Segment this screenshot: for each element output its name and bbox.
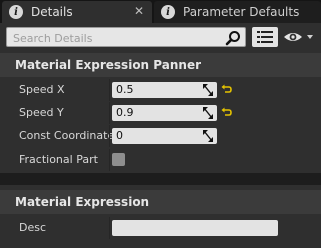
speed-y-value: 0.9 [116, 106, 134, 119]
category-title: Material Expression [15, 195, 150, 209]
info-icon: i [9, 5, 23, 19]
reset-to-default-icon[interactable] [221, 83, 233, 95]
property-label: Speed Y [19, 106, 64, 119]
speed-x-input[interactable]: 0.5 [112, 82, 217, 98]
spin-drag-icon[interactable] [203, 107, 213, 119]
spin-drag-icon[interactable] [203, 84, 213, 96]
column-divider[interactable] [109, 125, 110, 147]
view-options-eye-icon[interactable] [283, 29, 315, 45]
property-matrix-button[interactable] [252, 27, 278, 47]
property-label: Desc [19, 221, 47, 234]
spin-drag-icon[interactable] [203, 130, 213, 142]
column-divider[interactable] [109, 102, 110, 124]
search-input[interactable] [11, 29, 225, 47]
property-row-const-coordinate: Const Coordinate 0 [0, 125, 321, 147]
speed-y-input[interactable]: 0.9 [112, 105, 217, 121]
info-icon: i [161, 5, 175, 19]
close-tab-icon[interactable]: ✕ [134, 4, 144, 18]
category-separator [0, 173, 321, 185]
category-material-expression-panner[interactable]: Material Expression Panner [0, 53, 321, 77]
property-label: Fractional Part [19, 153, 98, 166]
details-panel: Material Expression Panner Speed X 0.5 S… [0, 23, 321, 248]
search-row [0, 23, 321, 51]
property-label: Speed X [19, 83, 65, 96]
tab-details-label: Details [31, 5, 73, 19]
property-row-speed-y: Speed Y 0.9 [0, 102, 321, 124]
tab-bar: i Details ✕ i Parameter Defaults [0, 0, 321, 23]
list-view-icon [257, 31, 273, 43]
tab-details[interactable]: i Details ✕ [2, 1, 152, 23]
property-label: Const Coordinate [19, 129, 115, 142]
column-divider[interactable] [109, 217, 110, 239]
property-row-desc: Desc [0, 217, 321, 239]
category-title: Material Expression Panner [15, 58, 201, 72]
speed-x-value: 0.5 [116, 83, 134, 96]
column-divider[interactable] [109, 149, 110, 171]
const-coordinate-input[interactable]: 0 [112, 128, 217, 144]
search-icon[interactable] [225, 30, 241, 46]
reset-to-default-icon[interactable] [221, 106, 233, 118]
tab-parameter-defaults[interactable]: i Parameter Defaults [154, 1, 321, 23]
property-row-speed-x: Speed X 0.5 [0, 79, 321, 101]
property-row-fractional-part: Fractional Part [0, 149, 321, 171]
category-material-expression[interactable]: Material Expression [0, 190, 321, 214]
column-divider[interactable] [109, 79, 110, 101]
const-coordinate-value: 0 [116, 129, 123, 142]
search-box[interactable] [6, 27, 246, 47]
fractional-part-checkbox[interactable] [112, 153, 125, 166]
tab-parameter-defaults-label: Parameter Defaults [183, 5, 300, 19]
desc-input[interactable] [112, 220, 278, 236]
